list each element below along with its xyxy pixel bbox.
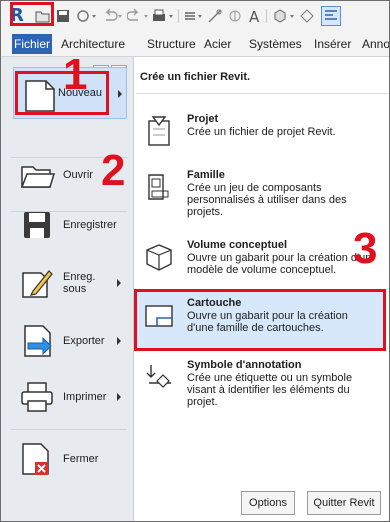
section-icon[interactable] [299, 8, 315, 24]
tab-annoter[interactable]: Annot [362, 37, 389, 51]
family-icon [148, 174, 169, 200]
entry-symbole-annotation[interactable]: Symbole d'annotation Crée une étiquette … [139, 359, 383, 415]
tag-icon[interactable] [227, 8, 243, 24]
close-document-icon [22, 443, 49, 475]
menu-item-label: Ouvrir [63, 169, 93, 181]
quick-access-toolbar: R A [1, 1, 389, 31]
revit-application-menu: R A Fichier Architecture Structure Acier… [0, 0, 390, 522]
tab-acier[interactable]: Acier [204, 37, 231, 51]
menu-item-enregistrer[interactable]: Enregistrer [13, 199, 127, 251]
menu-item-label: Enreg. sous [63, 271, 96, 295]
export-icon [24, 325, 52, 357]
menu-item-label: Fermer [63, 453, 99, 465]
menu-item-fermer[interactable]: Fermer [13, 433, 127, 485]
options-button[interactable]: Options [241, 491, 295, 515]
entry-famille[interactable]: Famille Crée un jeu de composants person… [139, 169, 383, 225]
switch-windows-icon[interactable] [321, 6, 341, 26]
toolbar-divider [178, 9, 179, 23]
svg-text:A: A [249, 8, 260, 24]
redo-icon[interactable] [127, 8, 149, 24]
submenu-arrow-icon [117, 279, 121, 287]
entry-description: Crée un jeu de composants personnalisés … [187, 182, 347, 218]
submenu-arrow-icon [117, 337, 121, 345]
entry-title: Famille [187, 169, 225, 181]
print-icon[interactable] [151, 8, 175, 24]
undo-icon[interactable] [101, 8, 123, 24]
text-icon[interactable]: A [247, 8, 263, 24]
sync-icon[interactable] [75, 8, 97, 24]
menu-item-label: Imprimer [63, 391, 107, 403]
save-disk-icon [24, 212, 50, 238]
printer-icon [21, 382, 53, 412]
menu-item-label: Exporter [63, 335, 105, 347]
entry-title: Projet [187, 113, 219, 125]
menu-item-exporter[interactable]: Exporter [13, 315, 127, 367]
entry-description: Ouvre un gabarit pour la création d'un m… [187, 252, 372, 276]
tab-fichier[interactable]: Fichier [12, 34, 52, 54]
tab-systemes[interactable]: Systèmes [249, 37, 302, 51]
toolbar-divider [266, 9, 267, 23]
open-folder-icon [20, 166, 55, 188]
project-icon [148, 116, 170, 146]
panel-divider [136, 93, 388, 94]
tab-architecture[interactable]: Architecture [61, 37, 125, 51]
tab-structure[interactable]: Structure [147, 37, 196, 51]
fichier-highlight-box [10, 2, 54, 26]
entry-description: Crée un fichier de projet Revit. [187, 126, 336, 138]
entry-title: Symbole d'annotation [187, 359, 302, 371]
entry-projet[interactable]: Projet Crée un fichier de projet Revit. [139, 113, 383, 149]
panel-title: Crée un fichier Revit. [140, 71, 251, 83]
tab-inserer[interactable]: Insérer [314, 37, 351, 51]
menu-item-enregistrer-sous[interactable]: Enreg. sous [13, 257, 127, 309]
menu-divider [11, 429, 127, 430]
menu-item-label: Enregistrer [63, 219, 117, 231]
entry-title: Volume conceptuel [187, 239, 288, 251]
ribbon-tabs: Fichier Architecture Structure Acier Sys… [1, 31, 389, 57]
measure-icon[interactable] [183, 8, 205, 24]
step-number-2: 2 [101, 146, 126, 195]
save-icon[interactable] [55, 8, 71, 24]
entry-volume-conceptuel[interactable]: Volume conceptuel Ouvre un gabarit pour … [139, 239, 383, 285]
step-number-1: 1 [63, 50, 88, 99]
nouveau-highlight-box [15, 71, 109, 115]
3d-view-icon[interactable] [271, 8, 297, 24]
dimension-icon[interactable] [207, 8, 223, 24]
conceptual-mass-icon [146, 244, 172, 271]
annotation-symbol-icon [146, 365, 171, 388]
step-number-3: 3 [353, 224, 378, 273]
menu-item-imprimer[interactable]: Imprimer [13, 371, 127, 423]
submenu-arrow-icon [118, 90, 122, 98]
entry-description: Crée une étiquette ou un symbole visant … [187, 372, 353, 408]
quit-revit-button[interactable]: Quitter Revit [307, 491, 381, 515]
cartouche-highlight-box [134, 289, 386, 351]
submenu-arrow-icon [117, 393, 121, 401]
save-as-icon [22, 270, 53, 298]
